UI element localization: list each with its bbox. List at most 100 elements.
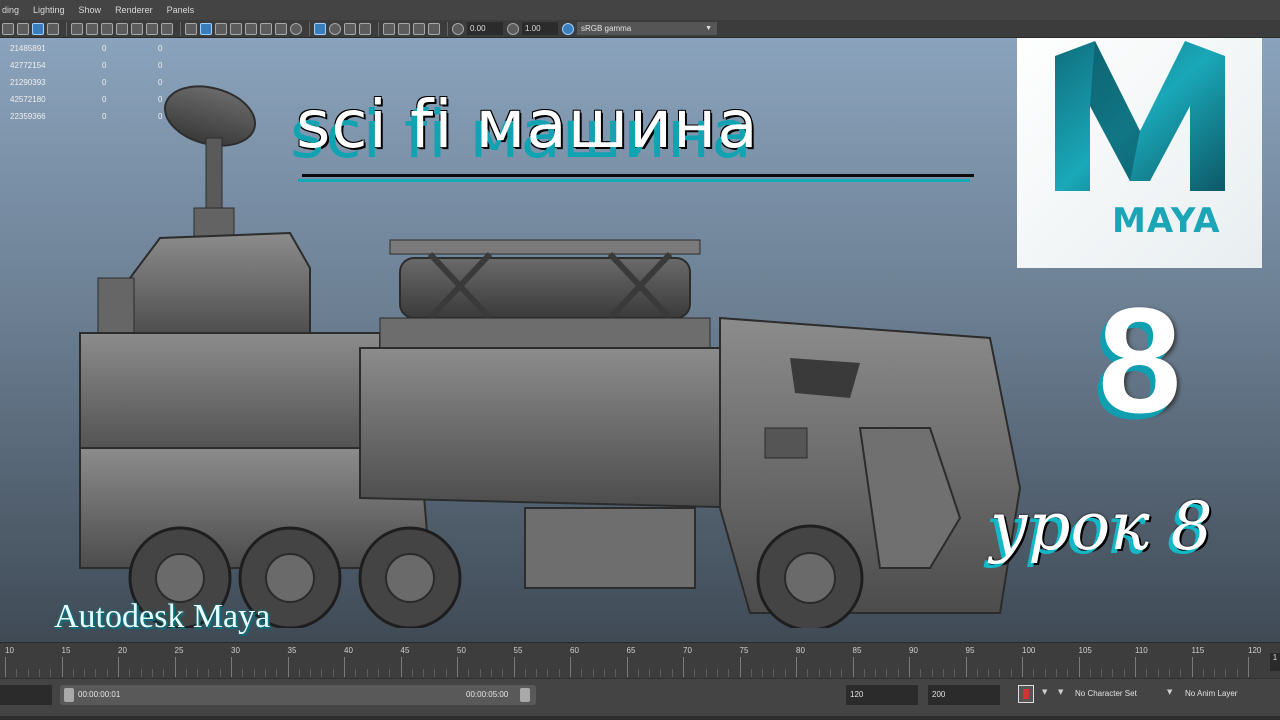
timeline-tick-label: 45 bbox=[400, 646, 410, 655]
range-end-time: 00:00:05:00 bbox=[466, 690, 509, 699]
timeline-minor-tick bbox=[1067, 669, 1069, 677]
isolate-select-icon[interactable] bbox=[314, 22, 326, 35]
view-transform-value: sRGB gamma bbox=[581, 24, 632, 33]
range-slider[interactable]: 00:00:00:01 00:00:05:00 bbox=[60, 685, 536, 705]
exposure-input[interactable]: 0.00 bbox=[467, 22, 503, 35]
radar-base bbox=[193, 207, 235, 239]
timeline-minor-tick bbox=[784, 669, 786, 677]
timeline-minor-tick bbox=[524, 669, 526, 677]
timeline-minor-tick bbox=[129, 669, 131, 677]
timeline-minor-tick bbox=[38, 669, 40, 677]
view-transform-dropdown[interactable]: sRGB gamma ▼ bbox=[577, 22, 717, 35]
depth-of-field-icon[interactable] bbox=[398, 22, 410, 35]
safe-action-icon[interactable] bbox=[146, 22, 158, 35]
menu-item-panels[interactable]: Panels bbox=[167, 5, 195, 15]
ambient-occlusion-icon[interactable] bbox=[290, 22, 302, 35]
timeline-minor-tick bbox=[1180, 669, 1182, 677]
timeline-minor-tick bbox=[897, 669, 899, 677]
timeline-minor-tick bbox=[581, 669, 583, 677]
timeline-minor-tick bbox=[1157, 669, 1159, 677]
textured-icon[interactable] bbox=[245, 22, 257, 35]
color-management-icon[interactable] bbox=[562, 22, 574, 35]
cab-window bbox=[790, 358, 860, 398]
auto-key-icon[interactable] bbox=[1018, 685, 1034, 703]
use-lights-icon[interactable] bbox=[260, 22, 272, 35]
maya-logo: MAYA bbox=[1017, 38, 1262, 268]
rear-cargo-block bbox=[79, 332, 381, 464]
antialias-icon[interactable] bbox=[428, 22, 440, 35]
timeline-major-tick bbox=[1078, 657, 1080, 677]
playback-end-field[interactable]: 120 bbox=[846, 685, 918, 705]
title-underline bbox=[302, 174, 974, 177]
timeline-minor-tick bbox=[276, 669, 278, 677]
timeline-minor-tick bbox=[389, 669, 391, 677]
timeline-minor-tick bbox=[1044, 669, 1046, 677]
timeline-minor-tick bbox=[1089, 669, 1091, 677]
timeline-minor-tick bbox=[999, 669, 1001, 677]
timeline-tick-label: 20 bbox=[118, 646, 127, 655]
timeline-minor-tick bbox=[366, 669, 368, 677]
animation-end-field[interactable]: 200 bbox=[928, 685, 1000, 705]
range-start-handle[interactable] bbox=[64, 688, 74, 702]
timeline-major-tick bbox=[287, 657, 289, 677]
toolbar-divider bbox=[309, 21, 310, 36]
current-frame-field[interactable]: 1 bbox=[1270, 653, 1280, 671]
timeline-minor-tick bbox=[253, 669, 255, 677]
chevron-down-icon[interactable]: ▼ bbox=[1058, 688, 1063, 696]
menu-item-shading[interactable]: ding bbox=[2, 5, 19, 15]
menu-item-show[interactable]: Show bbox=[79, 5, 102, 15]
xray-joints-icon[interactable] bbox=[344, 22, 356, 35]
select-camera-icon[interactable] bbox=[17, 22, 29, 35]
timeline-tick-label: 80 bbox=[796, 646, 805, 655]
timeline-minor-tick bbox=[490, 669, 492, 677]
grease-pencil-icon[interactable] bbox=[47, 22, 59, 35]
image-plane-icon[interactable] bbox=[71, 22, 83, 35]
timeline-minor-tick bbox=[502, 669, 504, 677]
wireframe-icon[interactable] bbox=[185, 22, 197, 35]
perspective-viewport[interactable]: 21485891 0 0 42772154 0 0 21290393 0 0 4… bbox=[0, 38, 1280, 642]
gamma-input[interactable]: 1.00 bbox=[522, 22, 558, 35]
timeline-minor-tick bbox=[942, 669, 944, 677]
hud-cell: 0 bbox=[158, 44, 163, 53]
timeline-minor-tick bbox=[298, 669, 300, 677]
timeline-major-tick bbox=[626, 657, 628, 677]
timeline-major-tick bbox=[570, 657, 571, 677]
multisample-icon[interactable] bbox=[383, 22, 395, 35]
smooth-shade-icon[interactable] bbox=[200, 22, 212, 35]
camera-attributes-icon[interactable] bbox=[32, 22, 44, 35]
timeline-minor-tick bbox=[547, 669, 549, 677]
chevron-down-icon[interactable]: ▼ bbox=[1042, 688, 1047, 696]
anim-layer-dropdown[interactable]: No Anim Layer bbox=[1185, 689, 1237, 698]
exposure-icon[interactable] bbox=[452, 22, 464, 35]
range-slider-bar: 00:00:00:01 00:00:05:00 120 200 ▼ ▼ No C… bbox=[0, 678, 1280, 720]
timeline-minor-tick bbox=[310, 669, 312, 677]
range-end-handle[interactable] bbox=[520, 688, 530, 702]
safe-title-icon[interactable] bbox=[161, 22, 173, 35]
default-material-icon[interactable] bbox=[215, 22, 227, 35]
xray-icon[interactable] bbox=[329, 22, 341, 35]
gamma-icon[interactable] bbox=[507, 22, 519, 35]
backface-culling-icon[interactable] bbox=[359, 22, 371, 35]
timeline-tick-label: 100 bbox=[1022, 646, 1036, 655]
menu-item-renderer[interactable]: Renderer bbox=[115, 5, 153, 15]
timeline-minor-tick bbox=[728, 669, 730, 677]
film-gate-icon[interactable] bbox=[86, 22, 98, 35]
resolution-gate-icon[interactable] bbox=[101, 22, 113, 35]
timeline-major-tick bbox=[1135, 657, 1136, 677]
range-start-time: 00:00:00:01 bbox=[78, 690, 121, 699]
bookmark-icon[interactable] bbox=[2, 22, 14, 35]
animation-start-field[interactable] bbox=[0, 685, 52, 705]
shadows-icon[interactable] bbox=[275, 22, 287, 35]
wireframe-on-shaded-icon[interactable] bbox=[230, 22, 242, 35]
gate-mask-icon[interactable] bbox=[116, 22, 128, 35]
timeline-minor-tick bbox=[264, 669, 266, 677]
motion-blur-icon[interactable] bbox=[413, 22, 425, 35]
chevron-down-icon[interactable]: ▼ bbox=[1167, 688, 1172, 696]
timeline-tick-label: 55 bbox=[513, 646, 523, 655]
timeline-minor-tick bbox=[1168, 669, 1170, 677]
menu-item-lighting[interactable]: Lighting bbox=[33, 5, 65, 15]
time-slider[interactable]: 1 10 15 20 25 30 35 40 45 50 55 60 65 70 75 80 85 90 95 10… bbox=[0, 642, 1280, 678]
panel-toolbar: 0.00 1.00 sRGB gamma ▼ bbox=[0, 20, 1280, 38]
field-chart-icon[interactable] bbox=[131, 22, 143, 35]
character-set-dropdown[interactable]: No Character Set bbox=[1075, 689, 1137, 698]
